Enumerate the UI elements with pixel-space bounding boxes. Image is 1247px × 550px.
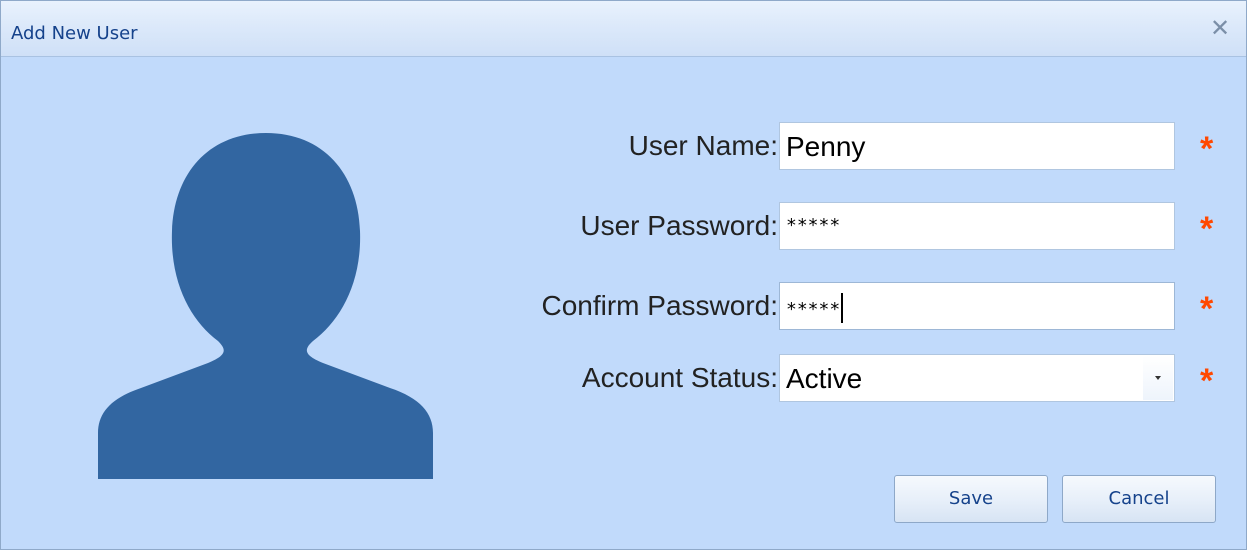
user-name-value: Penny (786, 131, 866, 162)
user-name-label: User Name: (628, 130, 778, 161)
user-password-input[interactable]: ***** (779, 202, 1175, 250)
user-password-value: ***** (786, 215, 841, 236)
account-status-value: Active (786, 363, 863, 394)
required-marker: * (1200, 362, 1214, 400)
account-status-row: Account Status: Active * (1, 354, 1247, 406)
cancel-button[interactable]: Cancel (1062, 475, 1216, 523)
account-status-select[interactable]: Active (779, 354, 1175, 402)
title-bar[interactable]: Add New User ✕ (1, 1, 1246, 57)
confirm-password-input[interactable]: ***** (779, 282, 1175, 330)
user-name-row: User Name: Penny * (1, 122, 1247, 174)
account-status-label: Account Status: (581, 362, 778, 393)
user-password-label: User Password: (580, 210, 778, 241)
chevron-down-icon[interactable] (1143, 356, 1173, 400)
text-caret (841, 293, 844, 323)
dialog-title: Add New User (11, 23, 138, 44)
confirm-password-row: Confirm Password: ***** * (1, 282, 1247, 334)
confirm-password-label: Confirm Password: (541, 290, 778, 321)
user-password-row: User Password: ***** * (1, 202, 1247, 254)
close-icon[interactable]: ✕ (1208, 17, 1232, 41)
required-marker: * (1200, 130, 1214, 168)
required-marker: * (1200, 290, 1214, 328)
add-user-dialog: Add New User ✕ User Name: Penny * User P… (0, 0, 1247, 550)
required-marker: * (1200, 210, 1214, 248)
user-name-input[interactable]: Penny (779, 122, 1175, 170)
confirm-password-value: ***** (786, 299, 841, 320)
save-button[interactable]: Save (894, 475, 1048, 523)
